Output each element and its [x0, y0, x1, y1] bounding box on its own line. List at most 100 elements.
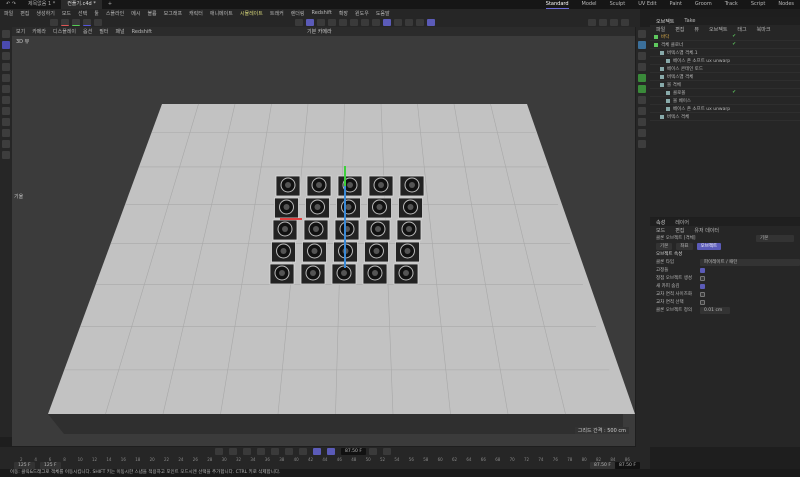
- viewport-menu-item[interactable]: 패널: [115, 28, 124, 35]
- loop-button[interactable]: [313, 448, 321, 455]
- menu-item[interactable]: 트래커: [270, 10, 284, 17]
- light-button[interactable]: [361, 18, 369, 26]
- preview-end-field[interactable]: 87.50 F: [590, 462, 615, 469]
- axis-x-button[interactable]: [61, 18, 69, 26]
- axis-mode-icon[interactable]: [2, 129, 10, 137]
- uv-mode-icon[interactable]: [2, 118, 10, 126]
- object-row[interactable]: 베이스 존 소프트 ux unwarp: [650, 105, 800, 113]
- attribute-menu-item[interactable]: 모드: [656, 227, 665, 234]
- object-row[interactable]: 버텍스맵 격체: [650, 73, 800, 81]
- camera-button[interactable]: [416, 18, 424, 26]
- layout-tab-model[interactable]: Model: [582, 0, 597, 9]
- cloner-icon[interactable]: [638, 74, 646, 82]
- object-row[interactable]: 격체 클로너 ✔: [650, 41, 800, 49]
- next-key-button[interactable]: [285, 448, 293, 455]
- menu-item[interactable]: 툴: [94, 10, 99, 17]
- viewport-menu-item[interactable]: 카메라: [32, 28, 46, 35]
- viewport-menu-item[interactable]: 필터: [99, 28, 108, 35]
- coord-button[interactable]: [94, 18, 102, 26]
- object-menu-item[interactable]: 편집: [675, 26, 684, 33]
- go-end-button[interactable]: [299, 448, 307, 455]
- polygons-mode-icon[interactable]: [2, 107, 10, 115]
- points-mode-icon[interactable]: [2, 85, 10, 93]
- viewport-menu-item[interactable]: 옵션: [83, 28, 92, 35]
- attribute-checkbox[interactable]: [700, 275, 705, 281]
- attribute-menu-item[interactable]: 유저 데이터: [694, 227, 719, 234]
- go-start-button[interactable]: [215, 448, 223, 455]
- attribute-subtab[interactable]: 오브젝트: [696, 242, 722, 250]
- axis-y-button[interactable]: [72, 18, 80, 26]
- object-panel-tab[interactable]: 오브젝트: [656, 18, 674, 25]
- document-tab[interactable]: 제목없음 1 *: [22, 0, 61, 9]
- menu-item[interactable]: 애니메이트: [210, 10, 233, 17]
- attribute-value[interactable]: 0.01 cm: [700, 306, 730, 314]
- effector-icon[interactable]: [638, 96, 646, 104]
- object-row[interactable]: 베이스 콘테인 토드: [650, 65, 800, 73]
- viewport-menu-item[interactable]: 보기: [16, 28, 25, 35]
- attribute-value[interactable]: 파이레이트 / 패턴: [700, 258, 800, 266]
- attribute-tab[interactable]: 속성: [656, 219, 665, 226]
- end-frame-field[interactable]: 87.50 F: [615, 462, 640, 469]
- move-tool-button[interactable]: [295, 18, 303, 26]
- menu-item[interactable]: 렌더링: [291, 10, 305, 17]
- layout-tab-groom[interactable]: Groom: [695, 0, 712, 9]
- render-view-button[interactable]: [588, 18, 596, 26]
- grid-snap-button[interactable]: [383, 18, 391, 26]
- menu-item[interactable]: 스플라인: [106, 10, 124, 17]
- layout-tab-paint[interactable]: Paint: [670, 0, 682, 9]
- object-menu-item[interactable]: 파일: [656, 26, 665, 33]
- object-menu-item[interactable]: 북마크: [757, 26, 771, 33]
- render-settings-icon[interactable]: [610, 18, 618, 26]
- play-button[interactable]: [257, 448, 265, 455]
- prev-key-button[interactable]: [229, 448, 237, 455]
- attribute-checkbox[interactable]: [700, 283, 705, 289]
- attribute-subtab[interactable]: 기본: [656, 242, 673, 250]
- field-icon[interactable]: [638, 107, 646, 115]
- menu-item[interactable]: 확장: [339, 10, 348, 17]
- render-settings-button[interactable]: [394, 18, 402, 26]
- object-row[interactable]: 베이스 존 소프트 ux unwarp: [650, 57, 800, 65]
- layout-tab-script[interactable]: Script: [751, 0, 766, 9]
- menu-item[interactable]: 파일: [4, 10, 13, 17]
- object-row[interactable]: 볼 격체: [650, 81, 800, 89]
- menu-item[interactable]: 모그래프: [164, 10, 182, 17]
- menu-item[interactable]: 선택: [78, 10, 87, 17]
- picture-viewer-button[interactable]: [621, 18, 629, 26]
- start-frame-field[interactable]: 125 F: [14, 462, 35, 469]
- 3d-viewport[interactable]: 3D 뷰 기울 그리드 간격 : 500 cm: [12, 36, 635, 446]
- object-row[interactable]: 콜로볼 ✔: [650, 89, 800, 97]
- render-button[interactable]: [599, 18, 607, 26]
- preset-dropdown[interactable]: 기본: [756, 234, 794, 242]
- auto-key-button[interactable]: [382, 448, 391, 455]
- layout-tab-standard[interactable]: Standard: [545, 0, 569, 9]
- deform-button[interactable]: [405, 18, 413, 26]
- object-row[interactable]: 버텍스맵 격체.1: [650, 49, 800, 57]
- tag-icon[interactable]: [638, 140, 646, 148]
- menu-item[interactable]: 메시: [131, 10, 140, 17]
- null-icon[interactable]: [638, 30, 646, 38]
- search-icon[interactable]: [2, 30, 10, 38]
- current-frame-field[interactable]: 87.50 F: [341, 448, 366, 455]
- live-select-button[interactable]: [306, 18, 314, 26]
- next-frame-button[interactable]: [271, 448, 279, 455]
- scale-tool-button[interactable]: [317, 18, 325, 26]
- object-panel-tab[interactable]: Take: [684, 18, 695, 24]
- camera-icon[interactable]: [638, 118, 646, 126]
- viewport-menu-item[interactable]: 디스플레이: [53, 28, 76, 35]
- rotate-tool-icon[interactable]: [2, 74, 10, 82]
- layout-tab-track[interactable]: Track: [725, 0, 738, 9]
- undo-icon[interactable]: ↶ ↷: [0, 0, 22, 9]
- snap-icon[interactable]: [2, 140, 10, 148]
- layout-tab-sculpt[interactable]: Sculpt: [610, 0, 626, 9]
- brush-icon[interactable]: [2, 151, 10, 159]
- layout-tab-uv-edit[interactable]: UV Edit: [638, 0, 656, 9]
- model-mode-button[interactable]: [50, 18, 58, 26]
- object-row[interactable]: 볼 베이스: [650, 97, 800, 105]
- hierarchy-button[interactable]: [350, 18, 358, 26]
- object-menu-item[interactable]: 태그: [737, 26, 746, 33]
- edges-mode-icon[interactable]: [2, 96, 10, 104]
- menu-item[interactable]: Redshift: [312, 10, 332, 16]
- cube-button[interactable]: [427, 18, 435, 26]
- menu-item[interactable]: 윈도우: [355, 10, 369, 17]
- move-tool-icon[interactable]: [2, 52, 10, 60]
